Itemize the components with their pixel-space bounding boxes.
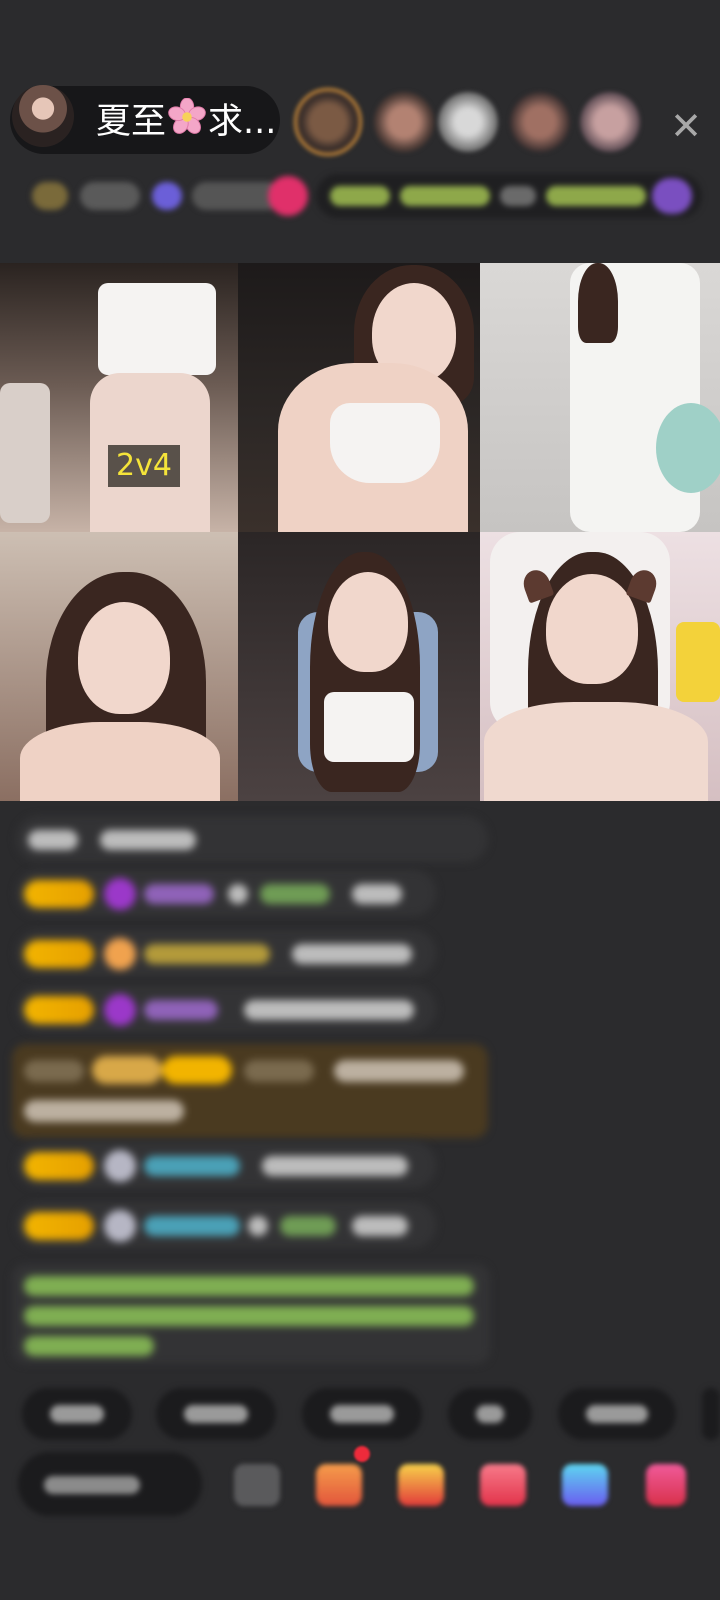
notification-dot <box>354 1446 370 1462</box>
banner-text <box>500 186 536 206</box>
quick-reply-chip[interactable] <box>156 1388 276 1440</box>
host-avatar[interactable] <box>12 85 74 147</box>
chat-message <box>16 870 436 916</box>
figure <box>324 692 414 762</box>
video-seat-6[interactable] <box>480 532 720 801</box>
plush-toy <box>676 622 720 702</box>
level-badge <box>24 996 94 1024</box>
close-button[interactable]: ✕ <box>664 104 708 148</box>
figure <box>578 263 618 343</box>
live-room-screen: 夏至 求... ✕ 2v4 <box>0 0 720 1600</box>
game-icon[interactable] <box>562 1464 608 1506</box>
interaction-icon[interactable] <box>480 1464 526 1506</box>
comment-input[interactable] <box>18 1452 202 1516</box>
activity-banner[interactable] <box>316 174 702 218</box>
chat-message <box>16 816 488 862</box>
host-name-prefix: 夏至 <box>96 102 167 142</box>
banner-text <box>330 186 390 206</box>
viewer-avatar[interactable] <box>294 88 362 156</box>
stat-icon <box>152 182 182 210</box>
level-badge <box>24 940 94 968</box>
quick-reply-chip[interactable] <box>302 1388 422 1440</box>
host-name-suffix: 求... <box>208 102 277 142</box>
gem-icon <box>104 994 136 1026</box>
figure <box>330 403 440 483</box>
emoji-icon[interactable] <box>234 1464 280 1506</box>
plush-toy <box>656 403 720 493</box>
quick-reply-chip[interactable] <box>22 1388 132 1440</box>
chat-message <box>16 1202 436 1248</box>
figure <box>98 283 216 375</box>
banner-icon <box>652 178 692 214</box>
figure <box>20 722 220 801</box>
multi-guest-video-grid: 2v4 <box>0 263 720 801</box>
gem-icon <box>104 878 136 910</box>
level-badge <box>24 1152 94 1180</box>
shop-icon[interactable] <box>316 1464 362 1506</box>
video-seat-3[interactable] <box>480 263 720 532</box>
gift-box-icon[interactable] <box>398 1464 444 1506</box>
video-seat-1[interactable]: 2v4 <box>0 263 238 532</box>
room-stats-bar[interactable] <box>24 174 314 218</box>
gift-icon[interactable] <box>268 176 308 216</box>
cherry-blossom-icon <box>168 98 206 134</box>
quick-reply-chip[interactable] <box>558 1388 676 1440</box>
viewer-avatar[interactable] <box>510 92 570 152</box>
quick-reply-chip[interactable] <box>702 1388 720 1440</box>
announcement-message <box>12 1264 490 1364</box>
banner-text <box>546 186 646 206</box>
video-seat-4[interactable] <box>0 532 238 801</box>
chat-message <box>16 930 436 976</box>
viewer-avatar[interactable] <box>580 92 640 152</box>
video-seat-2[interactable] <box>238 263 480 532</box>
figure <box>328 572 408 672</box>
figure <box>484 702 708 801</box>
chat-message <box>16 986 436 1032</box>
figure <box>546 574 638 684</box>
viewer-avatar[interactable] <box>374 92 434 152</box>
pk-score-badge: 2v4 <box>108 445 180 487</box>
quick-reply-chip[interactable] <box>448 1388 532 1440</box>
stat-icon <box>32 182 68 210</box>
level-badge <box>24 880 94 908</box>
banner-text <box>400 186 490 206</box>
gem-icon <box>104 1150 136 1182</box>
system-notice <box>12 1044 488 1138</box>
chair <box>0 383 50 523</box>
host-name[interactable]: 夏至 求... <box>96 98 276 144</box>
gem-icon <box>104 938 136 970</box>
gem-icon <box>104 1210 136 1242</box>
level-badge <box>24 1212 94 1240</box>
stat-value <box>80 182 140 210</box>
gift-icon[interactable] <box>646 1464 686 1506</box>
video-seat-5[interactable] <box>238 532 480 801</box>
figure <box>78 602 170 714</box>
chat-message <box>16 1142 436 1188</box>
viewer-avatar[interactable] <box>438 92 498 152</box>
